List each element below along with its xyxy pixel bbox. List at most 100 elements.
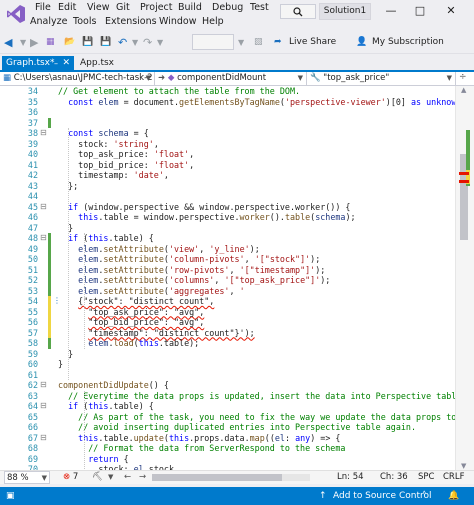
saved-change-marker bbox=[48, 243, 51, 254]
menu-view[interactable]: View bbox=[87, 2, 110, 13]
undo-dropdown-icon[interactable]: ▼ bbox=[132, 35, 138, 50]
whitespace-indicator[interactable]: SPC bbox=[418, 471, 434, 484]
line-number: 60 bbox=[27, 359, 38, 369]
symbol-dropdown[interactable]: 🔧 "top_ask_price" ▼ bbox=[307, 72, 456, 85]
menu-window[interactable]: Window bbox=[159, 16, 196, 27]
line-ending-indicator[interactable]: CRLF bbox=[443, 471, 464, 484]
navigate-next-icon[interactable]: → bbox=[139, 471, 146, 484]
zoom-dropdown[interactable]: 88 % ▼ bbox=[4, 471, 50, 484]
split-editor-icon[interactable]: ÷ bbox=[459, 72, 467, 82]
pin-icon[interactable]: – bbox=[54, 56, 58, 71]
line-number: 42 bbox=[27, 170, 38, 180]
redo-icon[interactable]: ↷ bbox=[143, 35, 152, 50]
back-icon[interactable]: ◀ bbox=[4, 35, 12, 50]
forward-icon[interactable]: ▶ bbox=[30, 35, 38, 50]
project-dropdown[interactable]: ▦ C:\Users\asnau\JPMC-tech-task-2 ▼ bbox=[0, 72, 155, 85]
collapse-icon[interactable]: ⊟ bbox=[40, 380, 47, 391]
line-number: 35 bbox=[27, 96, 38, 107]
code-text: "timestamp": "distinct count"}'); bbox=[88, 327, 255, 338]
menu-test[interactable]: Test bbox=[250, 2, 269, 13]
menu-help[interactable]: Help bbox=[202, 16, 224, 27]
code-line[interactable]: 34 // Get element to attach the table fro… bbox=[0, 86, 455, 97]
minimize-button[interactable]: — bbox=[380, 2, 402, 22]
menu-file[interactable]: File bbox=[35, 2, 51, 13]
code-line[interactable]: 35 const elem = document.getElementsByTa… bbox=[0, 97, 455, 108]
dropdown-icon[interactable]: ▼ bbox=[20, 35, 26, 50]
menu-analyze[interactable]: Analyze bbox=[30, 16, 67, 27]
save-all-icon[interactable]: 💾 bbox=[100, 35, 111, 50]
code-line[interactable]: 36 bbox=[0, 107, 455, 118]
tab-label: Graph.tsx* bbox=[6, 58, 55, 68]
code-text: this.table.update(this.props.data.map((e… bbox=[78, 432, 341, 443]
menu-git[interactable]: Git bbox=[116, 2, 130, 13]
saved-change-marker bbox=[48, 264, 51, 275]
saved-change-marker bbox=[48, 285, 51, 296]
vertical-scrollbar[interactable]: ▲ ▼ bbox=[455, 86, 474, 470]
horizontal-scrollbar[interactable] bbox=[152, 474, 310, 481]
search-box[interactable] bbox=[280, 4, 316, 19]
menu-tools[interactable]: Tools bbox=[73, 16, 96, 27]
code-line[interactable]: 68 // Format the data from ServerRespond… bbox=[0, 443, 455, 454]
quick-action-icon[interactable]: ⋮ bbox=[53, 296, 61, 307]
chevron-down-icon[interactable]: ▼ bbox=[108, 471, 113, 484]
code-editor[interactable]: 34 // Get element to attach the table fro… bbox=[0, 86, 474, 470]
horizontal-scrollbar-thumb[interactable] bbox=[152, 474, 282, 481]
saved-change-marker bbox=[48, 338, 51, 349]
scroll-up-icon[interactable]: ▲ bbox=[461, 86, 466, 94]
tab-app-tsx[interactable]: App.tsx bbox=[76, 56, 124, 71]
application-status-bar: ▣ ↑ Add to Source Control ˄ 🔔 bbox=[0, 487, 474, 505]
code-line[interactable]: 37 bbox=[0, 117, 455, 128]
code-line[interactable]: 62 componentDidUpdate() { bbox=[0, 380, 455, 391]
navigate-prev-icon[interactable]: ← bbox=[124, 471, 131, 484]
line-indicator: Ln: 54 bbox=[337, 472, 364, 482]
collapse-icon[interactable]: ⊟ bbox=[40, 433, 47, 444]
menu-project[interactable]: Project bbox=[140, 2, 173, 13]
configuration-dropdown[interactable] bbox=[192, 34, 234, 50]
code-line[interactable]: 64 if (this.table) { bbox=[0, 401, 455, 412]
open-folder-icon[interactable]: 📂 bbox=[64, 35, 75, 50]
code-line[interactable]: 66 // avoid inserting duplicated entries… bbox=[0, 422, 455, 433]
code-area[interactable]: 34 // Get element to attach the table fro… bbox=[0, 86, 455, 470]
scroll-down-icon[interactable]: ▼ bbox=[461, 462, 466, 470]
collapse-icon[interactable]: ⊟ bbox=[40, 233, 47, 244]
menu-extensions[interactable]: Extensions bbox=[105, 16, 157, 27]
collapse-icon[interactable]: ⊟ bbox=[40, 401, 47, 412]
redo-dropdown-icon[interactable]: ▼ bbox=[157, 35, 163, 50]
line-number: 55 bbox=[27, 306, 38, 317]
chevron-up-icon[interactable]: ˄ bbox=[422, 487, 427, 505]
line-number: 59 bbox=[27, 348, 38, 359]
code-line[interactable]: 67 this.table.update(this.props.data.map… bbox=[0, 433, 455, 444]
brush-icon[interactable]: ⛏ bbox=[92, 471, 103, 484]
code-text: stock: 'string', bbox=[58, 138, 159, 149]
line-number: 57 bbox=[27, 327, 38, 338]
indent-guide bbox=[68, 128, 69, 380]
bell-icon[interactable]: 🔔 bbox=[448, 487, 459, 505]
new-item-icon[interactable]: ▦ bbox=[46, 35, 55, 50]
save-icon[interactable]: 💾 bbox=[82, 35, 93, 50]
collapse-icon[interactable]: ⊟ bbox=[40, 128, 47, 139]
errors-indicator[interactable]: ⊗ 7 bbox=[63, 471, 78, 484]
menu-debug[interactable]: Debug bbox=[212, 2, 243, 13]
code-line[interactable]: 63 // Everytime the data props is update… bbox=[0, 391, 455, 402]
member-dropdown[interactable]: ➜ ◆ componentDidMount ▼ bbox=[155, 72, 307, 85]
code-line[interactable]: 65 // As part of the task, you need to f… bbox=[0, 412, 455, 423]
project-icon: ▦ bbox=[3, 73, 12, 83]
toolbar-extra-icon[interactable]: ▧ bbox=[254, 35, 263, 50]
close-tab-icon[interactable]: ✕ bbox=[62, 56, 70, 71]
visual-studio-logo-icon[interactable] bbox=[6, 4, 26, 24]
live-share-button[interactable]: Live Share bbox=[289, 35, 336, 50]
my-subscription-button[interactable]: My Subscription bbox=[372, 35, 444, 50]
maximize-button[interactable]: □ bbox=[409, 2, 431, 22]
code-text: // As part of the task, you need to fix … bbox=[78, 411, 455, 422]
add-to-source-control-button[interactable]: Add to Source Control bbox=[333, 487, 432, 505]
menu-edit[interactable]: Edit bbox=[58, 2, 76, 13]
tab-graph-tsx[interactable]: Graph.tsx* – ✕ bbox=[2, 56, 74, 71]
code-line[interactable]: 69 return { bbox=[0, 454, 455, 465]
undo-icon[interactable]: ↶ bbox=[118, 35, 127, 50]
configuration-dropdown-icon[interactable]: ▼ bbox=[238, 35, 244, 50]
close-button[interactable]: ✕ bbox=[440, 2, 462, 22]
collapse-icon[interactable]: ⊟ bbox=[40, 202, 47, 213]
line-number: 64 bbox=[27, 401, 38, 411]
chevron-down-icon: ▼ bbox=[41, 474, 47, 482]
menu-build[interactable]: Build bbox=[178, 2, 202, 13]
